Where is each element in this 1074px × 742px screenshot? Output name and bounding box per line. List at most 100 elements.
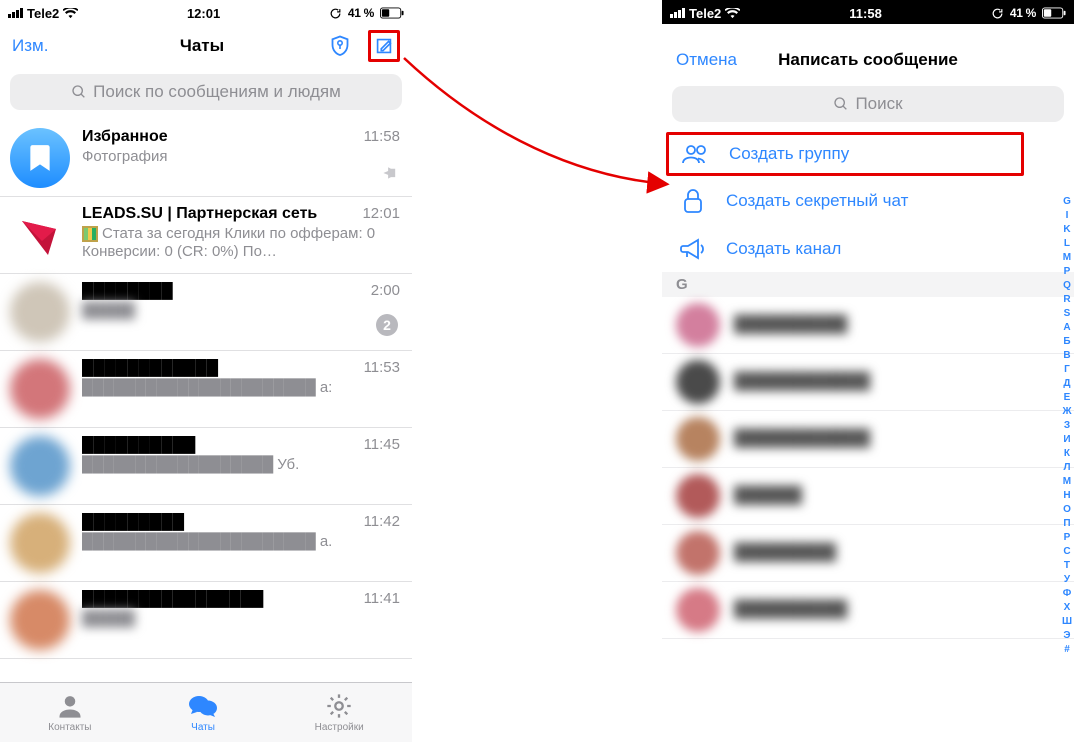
- index-letter[interactable]: И: [1063, 434, 1070, 445]
- battery-icon: [1042, 7, 1066, 19]
- modal-title: Написать сообщение: [676, 50, 1060, 70]
- lock-icon: [678, 188, 708, 214]
- settings-icon: [325, 692, 353, 720]
- compose-button[interactable]: [368, 30, 400, 62]
- pin-icon: [382, 163, 398, 186]
- avatar: [676, 303, 720, 347]
- contact-name: ██████████: [734, 316, 847, 334]
- action-create-channel[interactable]: Создать канал: [662, 226, 1074, 272]
- contact-row[interactable]: ████████████: [662, 354, 1074, 411]
- index-letter[interactable]: Б: [1063, 336, 1070, 347]
- chat-title: ████████: [82, 282, 363, 300]
- index-letter[interactable]: П: [1063, 518, 1070, 529]
- contact-name: ██████████: [734, 601, 847, 619]
- index-letter[interactable]: С: [1063, 546, 1070, 557]
- avatar: [676, 360, 720, 404]
- contact-row[interactable]: ██████████: [662, 297, 1074, 354]
- index-letter[interactable]: Д: [1063, 378, 1070, 389]
- tab-label: Чаты: [191, 722, 215, 733]
- index-letter[interactable]: В: [1063, 350, 1070, 361]
- phone-compose-modal: Tele2 11:58 41 % Отмена Написать сообщен…: [662, 0, 1074, 742]
- wifi-icon: [725, 8, 740, 19]
- index-letter[interactable]: P: [1064, 266, 1071, 277]
- chat-row-blurred[interactable]: ████████████████11:41 █████: [0, 582, 412, 659]
- search-placeholder: Поиск: [855, 94, 902, 114]
- action-label: Создать секретный чат: [726, 191, 908, 211]
- contact-name: █████████: [734, 544, 836, 562]
- avatar: [10, 359, 70, 419]
- tab-bar: Контакты Чаты Настройки: [0, 682, 412, 742]
- avatar: [10, 282, 70, 342]
- chat-preview: ██████████████████ Уб.: [82, 456, 400, 473]
- index-letter[interactable]: Р: [1064, 532, 1071, 543]
- index-letter[interactable]: S: [1064, 308, 1071, 319]
- index-letter[interactable]: М: [1063, 476, 1071, 487]
- index-letter[interactable]: Г: [1064, 364, 1070, 375]
- edit-button[interactable]: Изм.: [12, 36, 80, 56]
- chat-row-blurred[interactable]: ████████████11:53 ██████████████████████…: [0, 351, 412, 428]
- index-letter[interactable]: Ф: [1063, 588, 1072, 599]
- sync-icon: [991, 7, 1004, 20]
- chat-preview: ██████████████████████а.: [82, 533, 400, 550]
- tab-contacts[interactable]: Контакты: [48, 692, 91, 733]
- compose-modal: Отмена Написать сообщение Поиск Создать …: [662, 36, 1074, 742]
- index-letter[interactable]: Q: [1063, 280, 1071, 291]
- index-letter[interactable]: L: [1064, 238, 1070, 249]
- search-placeholder: Поиск по сообщениям и людям: [93, 82, 341, 102]
- index-letter[interactable]: Н: [1063, 490, 1070, 501]
- contact-row[interactable]: █████████: [662, 525, 1074, 582]
- index-letter[interactable]: I: [1066, 210, 1069, 221]
- chat-row-leads[interactable]: LEADS.SU | Партнерская сеть 12:01 Стата …: [0, 197, 412, 274]
- index-letter[interactable]: Ж: [1062, 406, 1071, 417]
- search-icon: [71, 84, 87, 100]
- chart-emoji-icon: [82, 226, 98, 242]
- index-letter[interactable]: А: [1063, 322, 1070, 333]
- index-letter[interactable]: Х: [1064, 602, 1071, 613]
- battery-percent: 41 %: [1010, 6, 1036, 20]
- action-create-secret-chat[interactable]: Создать секретный чат: [662, 176, 1074, 226]
- avatar: [10, 513, 70, 573]
- index-letter[interactable]: Л: [1063, 462, 1070, 473]
- index-letter[interactable]: З: [1064, 420, 1070, 431]
- index-letter[interactable]: Е: [1064, 392, 1071, 403]
- index-letter[interactable]: К: [1064, 448, 1070, 459]
- chat-title: ████████████████: [82, 590, 356, 608]
- nav-bar: Изм. Чаты: [0, 24, 412, 68]
- alpha-index[interactable]: GIKLMPQRSАБВГДЕЖЗИКЛМНОПРСТУФХШЭ #: [1062, 196, 1072, 655]
- chats-icon: [188, 692, 218, 720]
- index-letter[interactable]: Э: [1063, 630, 1070, 641]
- chat-preview: █████: [82, 610, 400, 627]
- index-letter[interactable]: У: [1064, 574, 1070, 585]
- carrier-label: Tele2: [689, 6, 721, 21]
- tab-settings[interactable]: Настройки: [315, 692, 364, 733]
- chat-row-saved[interactable]: Избранное 11:58 Фотография: [0, 120, 412, 197]
- chat-title: LEADS.SU | Партнерская сеть: [82, 205, 354, 223]
- contact-row[interactable]: ██████: [662, 468, 1074, 525]
- index-letter[interactable]: Т: [1064, 560, 1070, 571]
- contact-name: ██████: [734, 487, 802, 505]
- chat-preview: Фотография: [82, 148, 400, 165]
- chat-row-blurred[interactable]: █████████11:42 ██████████████████████а.: [0, 505, 412, 582]
- index-letter[interactable]: Ш: [1062, 616, 1072, 627]
- tab-chats[interactable]: Чаты: [188, 692, 218, 733]
- page-title: Чаты: [80, 36, 324, 56]
- search-input[interactable]: Поиск по сообщениям и людям: [10, 74, 402, 110]
- chat-preview: █████: [82, 302, 400, 319]
- index-letter[interactable]: О: [1063, 504, 1071, 515]
- chat-row-blurred[interactable]: ██████████11:45 ██████████████████ Уб.: [0, 428, 412, 505]
- index-letter[interactable]: R: [1063, 294, 1070, 305]
- search-input[interactable]: Поиск: [672, 86, 1064, 122]
- proxy-shield-icon[interactable]: [324, 30, 356, 62]
- tab-label: Настройки: [315, 722, 364, 733]
- index-letter[interactable]: G: [1063, 196, 1071, 207]
- index-letter[interactable]: M: [1063, 252, 1071, 263]
- contact-row[interactable]: ████████████: [662, 411, 1074, 468]
- chat-time: 11:58: [364, 128, 400, 145]
- index-letter[interactable]: K: [1063, 224, 1070, 235]
- battery-percent: 41 %: [348, 6, 374, 20]
- action-create-group[interactable]: Создать группу: [669, 135, 1021, 173]
- index-letter[interactable]: #: [1064, 644, 1070, 655]
- chat-row-blurred[interactable]: ████████2:00 █████ 2: [0, 274, 412, 351]
- contact-row[interactable]: ██████████: [662, 582, 1074, 639]
- avatar: [676, 588, 720, 632]
